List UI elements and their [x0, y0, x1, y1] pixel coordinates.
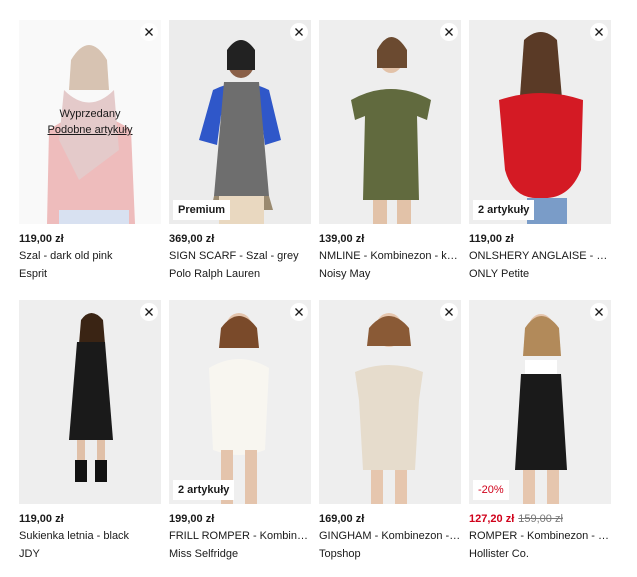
- product-price: 139,00 zł: [319, 233, 365, 245]
- product-card[interactable]: 169,00 zł GINGHAM - Kombinezon - beige T…: [319, 300, 461, 563]
- product-photo: [19, 300, 161, 504]
- close-icon: [595, 308, 603, 316]
- similar-items-link[interactable]: Podobne artykuły: [19, 122, 161, 138]
- remove-button[interactable]: [140, 303, 158, 321]
- remove-button[interactable]: [440, 23, 458, 41]
- product-name[interactable]: ONLSHERY ANGLAISE - Bluzka - red: [469, 247, 611, 265]
- product-card[interactable]: Wyprzedany Podobne artykuły 119,00 zł Sz…: [19, 20, 161, 283]
- close-icon: [145, 28, 153, 36]
- product-brand[interactable]: Noisy May: [319, 265, 461, 283]
- product-name[interactable]: FRILL ROMPER - Kombinezon - white: [169, 527, 311, 545]
- product-brand[interactable]: Hollister Co.: [469, 545, 611, 563]
- product-price: 199,00 zł: [169, 513, 215, 525]
- product-image[interactable]: [319, 20, 461, 224]
- product-price: 369,00 zł: [169, 233, 215, 245]
- product-brand[interactable]: JDY: [19, 545, 161, 563]
- product-brand[interactable]: Polo Ralph Lauren: [169, 265, 311, 283]
- product-price: 119,00 zł: [19, 513, 64, 525]
- product-photo: [319, 20, 461, 224]
- product-image[interactable]: -20%: [469, 300, 611, 504]
- product-card[interactable]: Premium 369,00 zł SIGN SCARF - Szal - gr…: [169, 20, 311, 283]
- original-price: 159,00 zł: [518, 513, 563, 525]
- remove-button[interactable]: [590, 23, 608, 41]
- product-price: 119,00 zł: [19, 233, 64, 245]
- remove-button[interactable]: [440, 303, 458, 321]
- product-card[interactable]: 2 artykuły 119,00 zł ONLSHERY ANGLAISE -…: [469, 20, 611, 283]
- product-name[interactable]: Sukienka letnia - black: [19, 527, 161, 545]
- variant-count-badge: 2 artykuły: [173, 480, 235, 500]
- wishlist-grid: Wyprzedany Podobne artykuły 119,00 zł Sz…: [0, 0, 637, 577]
- close-icon: [295, 28, 303, 36]
- product-price: 127,20 zł 159,00 zł: [469, 512, 611, 526]
- close-icon: [595, 28, 603, 36]
- product-image[interactable]: [319, 300, 461, 504]
- premium-badge: Premium: [173, 200, 231, 220]
- remove-button[interactable]: [290, 23, 308, 41]
- remove-button[interactable]: [140, 23, 158, 41]
- product-name[interactable]: SIGN SCARF - Szal - grey: [169, 247, 311, 265]
- product-price: 169,00 zł: [319, 513, 365, 525]
- product-name[interactable]: NMLINE - Kombinezon - khaki: [319, 247, 461, 265]
- product-image[interactable]: Premium: [169, 20, 311, 224]
- product-photo: [319, 300, 461, 504]
- product-photo: [469, 20, 611, 224]
- close-icon: [145, 308, 153, 316]
- product-photo: [169, 20, 311, 224]
- soldout-notice: Wyprzedany Podobne artykuły: [19, 106, 161, 138]
- product-name[interactable]: ROMPER - Kombinezon - black: [469, 527, 611, 545]
- product-photo: [169, 300, 311, 504]
- product-card[interactable]: 119,00 zł Sukienka letnia - black JDY: [19, 300, 161, 563]
- close-icon: [295, 308, 303, 316]
- product-image[interactable]: 2 artykuły: [169, 300, 311, 504]
- sale-price: 127,20 zł: [469, 513, 515, 525]
- product-brand[interactable]: Miss Selfridge: [169, 545, 311, 563]
- product-price: 119,00 zł: [469, 233, 514, 245]
- close-icon: [445, 28, 453, 36]
- product-name[interactable]: GINGHAM - Kombinezon - beige: [319, 527, 461, 545]
- variant-count-badge: 2 artykuły: [473, 200, 535, 220]
- product-image[interactable]: 2 artykuły: [469, 20, 611, 224]
- remove-button[interactable]: [290, 303, 308, 321]
- product-name[interactable]: Szal - dark old pink: [19, 247, 161, 265]
- product-card[interactable]: 139,00 zł NMLINE - Kombinezon - khaki No…: [319, 20, 461, 283]
- product-brand[interactable]: Esprit: [19, 265, 161, 283]
- product-brand[interactable]: ONLY Petite: [469, 265, 611, 283]
- remove-button[interactable]: [590, 303, 608, 321]
- product-image[interactable]: Wyprzedany Podobne artykuły: [19, 20, 161, 224]
- product-card[interactable]: -20% 127,20 zł 159,00 zł ROMPER - Kombine…: [469, 300, 611, 563]
- discount-badge: -20%: [473, 480, 509, 500]
- product-photo: [469, 300, 611, 504]
- product-image[interactable]: [19, 300, 161, 504]
- close-icon: [445, 308, 453, 316]
- product-card[interactable]: 2 artykuły 199,00 zł FRILL ROMPER - Komb…: [169, 300, 311, 563]
- soldout-label: Wyprzedany: [59, 108, 121, 120]
- product-brand[interactable]: Topshop: [319, 545, 461, 563]
